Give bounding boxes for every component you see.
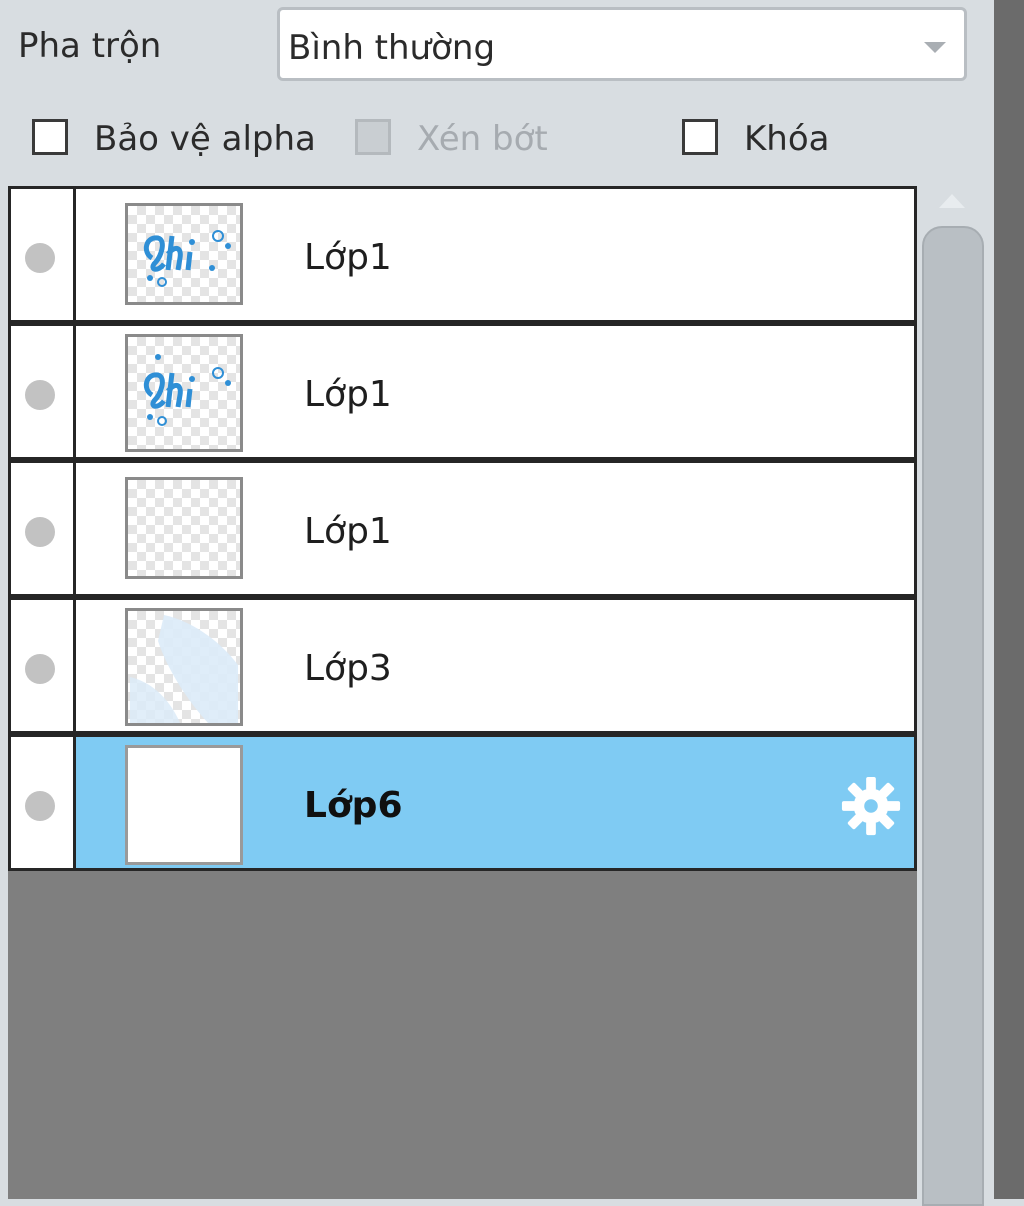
- hi-lettering-icon: [143, 354, 231, 426]
- layer-name: Lớp1: [304, 237, 392, 278]
- visibility-toggle[interactable]: [11, 463, 76, 594]
- scrollbar-thumb[interactable]: [922, 226, 984, 1206]
- visibility-dot-icon: [25, 517, 55, 547]
- layer-thumbnail: [125, 608, 243, 726]
- layer-content: Lớp1: [76, 326, 914, 457]
- scroll-up-arrow-icon[interactable]: [939, 194, 965, 208]
- layer-content: Lớp1: [76, 463, 914, 594]
- layer-row[interactable]: Lớp1: [8, 460, 917, 597]
- hi-lettering-icon: [143, 230, 231, 287]
- visibility-toggle[interactable]: [11, 189, 76, 320]
- layer-list: Lớp1 Lớp1 Lớp1 Lớp3 Lớp6: [8, 186, 917, 1199]
- blend-mode-dropdown[interactable]: Bình thường: [277, 7, 967, 81]
- layer-name: Lớp1: [304, 374, 392, 415]
- protect-alpha-option[interactable]: Bảo vệ alpha: [32, 117, 322, 165]
- layer-name: Lớp3: [304, 648, 392, 689]
- layer-thumbnail: [125, 745, 243, 865]
- visibility-dot-icon: [25, 654, 55, 684]
- layer-thumbnail: [125, 203, 243, 305]
- layer-row-selected[interactable]: Lớp6: [8, 734, 917, 871]
- layer-row[interactable]: Lớp3: [8, 597, 917, 734]
- panel-edge: [994, 0, 1024, 1199]
- clip-checkbox: [355, 119, 391, 155]
- visibility-dot-icon: [25, 243, 55, 273]
- visibility-toggle[interactable]: [11, 326, 76, 457]
- layer-thumbnail: [125, 334, 243, 452]
- layer-content: Lớp1: [76, 189, 914, 320]
- layer-content: Lớp6: [76, 737, 914, 868]
- blend-mode-value: Bình thường: [288, 28, 496, 68]
- visibility-toggle[interactable]: [11, 737, 76, 868]
- light-blue-shapes-icon: [130, 615, 238, 723]
- protect-alpha-checkbox[interactable]: [32, 119, 68, 155]
- lock-checkbox[interactable]: [682, 119, 718, 155]
- clip-label: Xén bớt: [417, 119, 548, 159]
- gear-icon[interactable]: [840, 775, 902, 837]
- lock-label: Khóa: [744, 119, 830, 159]
- lock-option[interactable]: Khóa: [682, 117, 832, 165]
- layer-thumbnail: [125, 477, 243, 579]
- clip-option: Xén bớt: [355, 117, 555, 165]
- visibility-dot-icon: [25, 380, 55, 410]
- layer-name: Lớp1: [304, 511, 392, 552]
- visibility-dot-icon: [25, 791, 55, 821]
- scrollbar[interactable]: [920, 186, 990, 1206]
- protect-alpha-label: Bảo vệ alpha: [94, 119, 316, 159]
- layer-row[interactable]: Lớp1: [8, 323, 917, 460]
- layers-panel: Pha trộn Bình thường Bảo vệ alpha Xén bớ…: [0, 0, 994, 1206]
- layer-content: Lớp3: [76, 600, 914, 731]
- layer-row[interactable]: Lớp1: [8, 186, 917, 323]
- layer-name: Lớp6: [304, 785, 403, 826]
- blend-mode-label: Pha trộn: [18, 26, 162, 66]
- chevron-down-icon: [924, 42, 946, 53]
- visibility-toggle[interactable]: [11, 600, 76, 731]
